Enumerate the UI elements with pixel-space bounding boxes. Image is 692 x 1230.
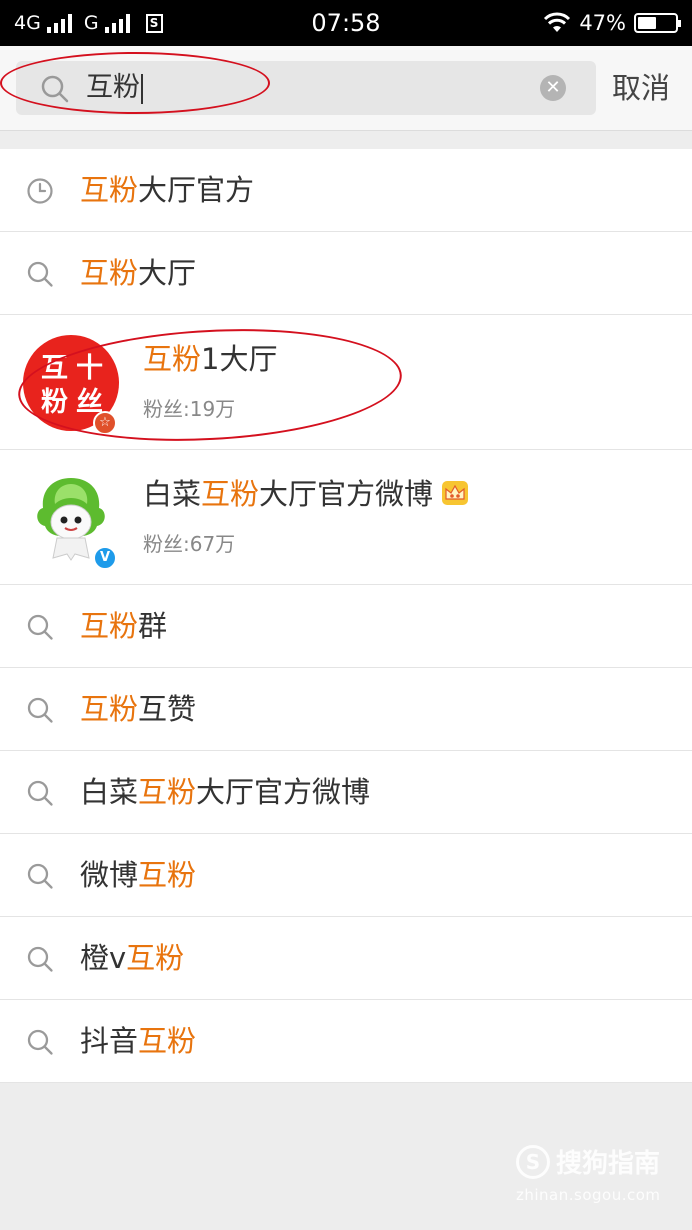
fans-count: 粉丝:67万 — [143, 532, 236, 556]
search-icon — [26, 613, 54, 641]
user-result-item[interactable]: 互十粉丝 ☆ 互粉1大厅 粉丝:19万 — [0, 315, 692, 450]
clock-icon — [26, 177, 54, 205]
suggestion-label: 抖音互粉 — [80, 1000, 196, 1083]
search-icon — [26, 696, 54, 724]
suggestion-item[interactable]: 互粉互赞 — [0, 668, 692, 751]
text-caret — [141, 73, 143, 104]
plain-text: 白菜 — [143, 477, 202, 511]
suggestion-item[interactable]: 互粉大厅官方 — [0, 149, 692, 232]
suggestion-item[interactable]: 互粉大厅 — [0, 232, 692, 315]
search-query-wrap: 互粉 — [86, 71, 143, 105]
search-query: 互粉 — [86, 72, 140, 103]
plain-text: 群 — [138, 609, 168, 643]
star-badge-icon: ☆ — [93, 411, 117, 435]
suggestion-label: 橙v互粉 — [80, 917, 184, 1000]
highlight-text: 互粉 — [138, 775, 197, 809]
highlight-text: 互粉 — [138, 858, 197, 892]
verified-badge-icon: V — [93, 546, 117, 570]
watermark-brand: 搜狗指南 — [556, 1149, 661, 1179]
watermark-url: zhinan.sogou.com — [516, 1186, 661, 1204]
search-icon — [41, 75, 69, 103]
avatar-text: 粉 — [41, 387, 68, 418]
sogou-logo-icon: S — [516, 1144, 550, 1179]
plain-text: 微博 — [80, 858, 139, 892]
suggestion-label: 互粉大厅 — [80, 232, 196, 315]
user-name: 白菜互粉大厅官方微博 — [143, 474, 469, 516]
suggestion-list: 互粉大厅官方 互粉大厅互十粉丝 ☆ 互粉1大厅 粉丝:19万 V 白菜互粉大厅官方微博 粉丝:… — [0, 149, 692, 1083]
highlight-text: 互粉 — [80, 692, 139, 726]
search-icon — [26, 862, 54, 890]
highlight-text: 互粉 — [138, 1024, 197, 1058]
suggestion-label: 互粉大厅官方 — [80, 149, 254, 232]
battery-icon — [634, 13, 681, 33]
highlight-text: 互粉 — [80, 173, 139, 207]
fans-count: 粉丝:19万 — [143, 397, 236, 421]
wifi-icon — [544, 12, 571, 32]
suggestion-label: 互粉互赞 — [80, 668, 196, 751]
search-input[interactable]: 互粉 ✕ — [16, 61, 596, 115]
highlight-text: 互粉 — [201, 477, 260, 511]
highlight-text: 互粉 — [126, 941, 185, 975]
plain-text: 大厅 — [138, 256, 197, 290]
plain-text: 抖音 — [80, 1024, 139, 1058]
battery-percent: 47% — [579, 11, 626, 35]
highlight-text: 互粉 — [80, 256, 139, 290]
highlight-text: 互粉 — [80, 609, 139, 643]
cancel-button[interactable]: 取消 — [612, 68, 670, 108]
avatar-text: 互 — [41, 353, 68, 384]
plain-text: 1大厅 — [201, 342, 278, 376]
clear-input-icon[interactable]: ✕ — [540, 75, 566, 101]
suggestion-label: 微博互粉 — [80, 834, 196, 917]
plain-text: 大厅官方微博 — [196, 775, 371, 809]
suggestion-label: 互粉群 — [80, 585, 167, 668]
search-icon — [26, 779, 54, 807]
status-bar: 4G G S 07:58 47% — [0, 0, 692, 46]
suggestion-item[interactable]: 互粉群 — [0, 585, 692, 668]
search-icon — [26, 945, 54, 973]
search-icon — [26, 1028, 54, 1056]
crown-icon — [441, 476, 469, 516]
suggestion-item[interactable]: 微博互粉 — [0, 834, 692, 917]
search-header: 互粉 ✕ 取消 — [0, 46, 692, 131]
plain-text: 大厅官方 — [138, 173, 255, 207]
suggestion-item[interactable]: 白菜互粉大厅官方微博 — [0, 751, 692, 834]
plain-text: 大厅官方微博 — [259, 477, 434, 511]
user-result-item[interactable]: V 白菜互粉大厅官方微博 粉丝:67万 — [0, 450, 692, 585]
highlight-text: 互粉 — [143, 342, 202, 376]
plain-text: 互赞 — [138, 692, 197, 726]
avatar-text: 十 — [76, 353, 103, 384]
suggestion-item[interactable]: 橙v互粉 — [0, 917, 692, 1000]
search-icon — [26, 260, 54, 288]
plain-text: 白菜 — [80, 775, 139, 809]
suggestion-label: 白菜互粉大厅官方微博 — [80, 751, 370, 834]
user-name: 互粉1大厅 — [143, 339, 277, 379]
watermark: S 搜狗指南 zhinan.sogou.com — [516, 1143, 661, 1204]
plain-text: 橙v — [80, 941, 127, 975]
suggestion-item[interactable]: 抖音互粉 — [0, 1000, 692, 1083]
